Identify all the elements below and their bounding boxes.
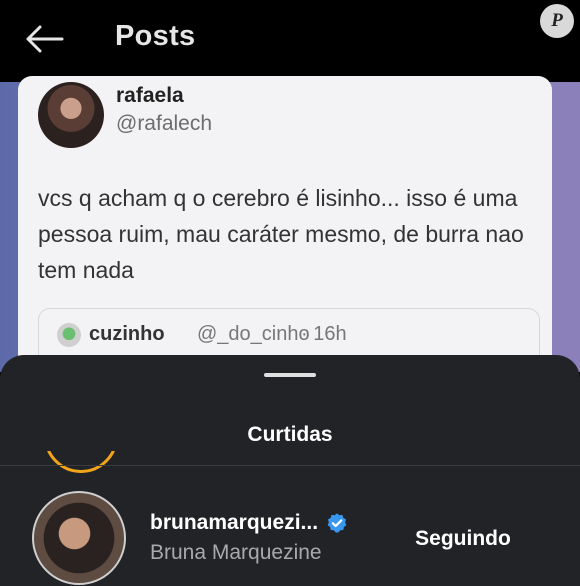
tweet-author-name[interactable]: rafaela (116, 84, 184, 108)
tweet-author-avatar[interactable] (38, 82, 104, 148)
quoted-timestamp: · 16h (301, 323, 347, 345)
top-bar: Posts P (0, 0, 580, 82)
liker-avatar[interactable] (32, 491, 126, 585)
quoted-author-name: cuzinho (89, 323, 165, 345)
sheet-title: Curtidas (247, 423, 333, 446)
quoted-author-handle: @_do_cinho (197, 323, 310, 345)
following-button[interactable]: Seguindo (398, 519, 528, 559)
tweet-text: vcs q acham q o cerebro é lisinho... iss… (38, 185, 524, 283)
tweet-card[interactable]: rafaela @rafalech vcs q acham q o cerebr… (18, 76, 552, 376)
tweet-author-handle[interactable]: @rafalech (116, 112, 212, 136)
quoted-author-avatar (57, 323, 81, 347)
likes-bottom-sheet: Curtidas brunamarquezi... Bruna Marquezi… (0, 355, 580, 586)
page-title: Posts (115, 20, 196, 52)
arrow-left-icon (26, 25, 64, 53)
liker-row[interactable]: brunamarquezi... Bruna Marquezine Seguin… (0, 481, 580, 586)
sheet-drag-handle[interactable] (264, 373, 316, 377)
story-ring-partial (44, 451, 116, 475)
liker-username-wrap: brunamarquezi... (150, 511, 348, 535)
verified-badge-icon (327, 513, 347, 533)
sheet-divider (0, 465, 580, 466)
liker-full-name: Bruna Marquezine (150, 541, 322, 564)
back-button[interactable] (20, 18, 68, 60)
liker-username[interactable]: brunamarquezi... (150, 511, 318, 535)
watermark-logo: P (540, 4, 574, 38)
